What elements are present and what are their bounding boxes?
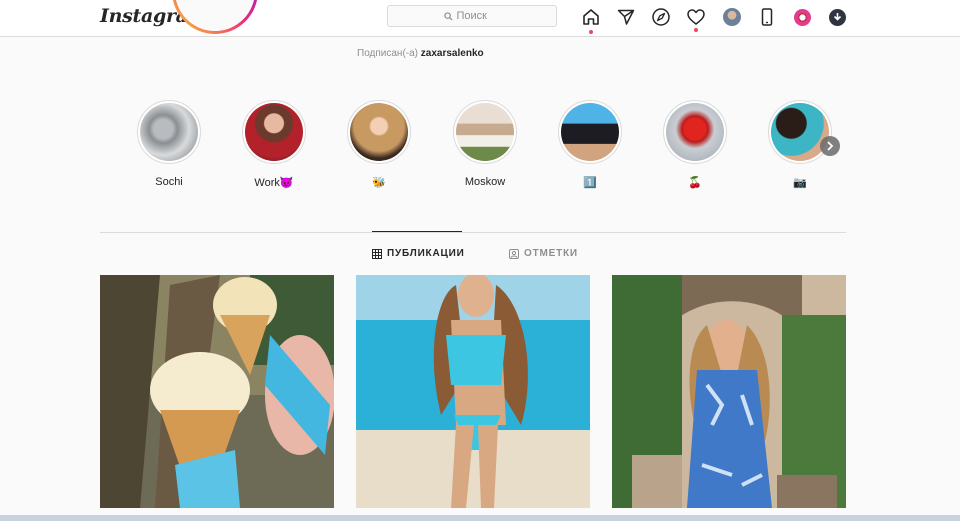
highlight-label: 🍒 [688, 177, 702, 189]
tab-posts[interactable]: ПУБЛИКАЦИИ [372, 248, 465, 259]
highlight-label: Moskow [464, 176, 506, 188]
highlight-label: 1️⃣ [583, 177, 597, 189]
highlight-item[interactable]: 🍒 [650, 100, 740, 189]
highlight-cover [561, 103, 619, 161]
followed-by-line: Подписан(-а) zaxarsalenko [357, 48, 484, 59]
highlight-label: Sochi [155, 176, 183, 188]
highlight-cover [456, 103, 514, 161]
beach-swimsuit-photo [356, 275, 590, 508]
top-nav: Instagram [0, 0, 960, 37]
highlight-cover [140, 103, 198, 161]
highlights-next-button[interactable] [820, 136, 840, 156]
highlight-label: Work😈 [254, 177, 294, 189]
following-username[interactable]: zaxarsalenko [421, 48, 484, 59]
tab-posts-label: ПУБЛИКАЦИИ [387, 248, 465, 259]
search-box[interactable] [387, 5, 557, 27]
explore-icon[interactable] [651, 7, 671, 27]
home-icon[interactable] [581, 7, 601, 27]
home-notification-dot [589, 30, 593, 34]
direct-icon[interactable] [616, 7, 636, 27]
highlight-label: 🐝 [372, 177, 386, 189]
highlight-cover [350, 103, 408, 161]
window-bottom-edge [0, 515, 960, 521]
download-icon[interactable] [827, 7, 847, 27]
extension-icon[interactable] [792, 7, 812, 27]
following-prefix: Подписан(-а) [357, 48, 419, 59]
highlight-cover [771, 103, 829, 161]
tab-tagged[interactable]: ОТМЕТКИ [509, 248, 578, 259]
profile-avatar[interactable] [722, 7, 742, 27]
post-thumbnail[interactable] [612, 275, 846, 508]
highlight-label: 📷 [793, 177, 807, 189]
highlight-item[interactable]: Sochi [124, 100, 214, 188]
floral-dress-photo [612, 275, 846, 508]
search-input[interactable] [456, 10, 501, 22]
tabs-divider [100, 232, 846, 233]
post-thumbnail[interactable] [100, 275, 334, 508]
highlight-item[interactable]: 1️⃣ [545, 100, 635, 189]
search-icon [443, 11, 453, 21]
highlight-item[interactable]: Moskow [440, 100, 530, 188]
grid-icon [372, 248, 382, 259]
highlight-item[interactable]: Work😈 [229, 100, 319, 189]
tagged-icon [509, 248, 519, 259]
active-tab-indicator [372, 231, 462, 232]
chevron-right-icon [827, 141, 834, 151]
highlight-cover [666, 103, 724, 161]
post-thumbnail[interactable] [356, 275, 590, 508]
mobile-icon[interactable] [757, 7, 777, 27]
tab-tagged-label: ОТМЕТКИ [524, 248, 578, 259]
highlight-item[interactable]: 🐝 [334, 100, 424, 189]
activity-icon[interactable] [686, 7, 706, 27]
ice-cream-photo [100, 275, 334, 508]
activity-notification-dot [694, 28, 698, 32]
highlight-cover [245, 103, 303, 161]
